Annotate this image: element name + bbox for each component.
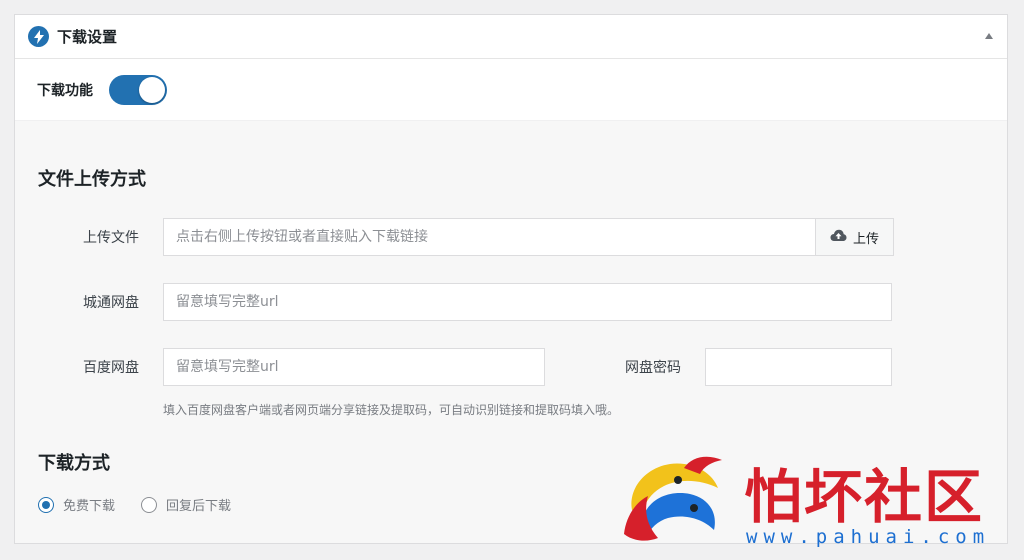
download-feature-row: 下载功能 — [15, 59, 1007, 121]
cloud-upload-icon — [830, 229, 847, 246]
upload-file-input[interactable] — [163, 218, 816, 256]
download-feature-toggle[interactable] — [109, 74, 167, 105]
watermark-url: www.pahuai.com — [746, 526, 991, 548]
baidu-password-input[interactable] — [705, 348, 892, 386]
panel-title: 下载设置 — [57, 28, 118, 46]
upload-section-title: 文件上传方式 — [38, 169, 146, 190]
watermark-text: 怕坏社区 — [744, 463, 985, 531]
radio-free-download[interactable]: 免费下载 — [38, 495, 115, 514]
fish-logo — [624, 456, 722, 541]
download-method-title: 下载方式 — [38, 453, 110, 474]
baidu-password-label: 网盘密码 — [625, 360, 681, 376]
chengtong-url-input[interactable] — [163, 283, 892, 321]
radio-button[interactable] — [38, 496, 54, 513]
download-feature-label: 下载功能 — [37, 82, 93, 99]
radio-reply-download[interactable]: 回复后下载 — [141, 495, 231, 514]
collapse-arrow-icon[interactable] — [985, 33, 993, 39]
baidu-label: 百度网盘 — [83, 360, 139, 376]
chengtong-label: 城通网盘 — [83, 295, 139, 311]
radio-label: 回复后下载 — [166, 499, 232, 514]
upload-button-label: 上传 — [852, 231, 879, 247]
toggle-knob — [139, 76, 165, 103]
baidu-hint-text: 填入百度网盘客户端或者网页端分享链接及提取码，可自动识别链接和提取码填入哦。 — [163, 403, 620, 417]
upload-button[interactable]: 上传 — [816, 218, 894, 256]
download-method-options: 免费下载 回复后下载 — [38, 495, 257, 514]
radio-label: 免费下载 — [63, 499, 116, 514]
panel-header[interactable]: 下载设置 — [15, 15, 1007, 59]
bolt-icon — [28, 26, 49, 47]
upload-file-label: 上传文件 — [83, 230, 139, 246]
watermark: 怕坏社区 www.pahuai.com — [618, 446, 1018, 554]
radio-button[interactable] — [141, 496, 158, 513]
baidu-url-input[interactable] — [163, 348, 545, 386]
